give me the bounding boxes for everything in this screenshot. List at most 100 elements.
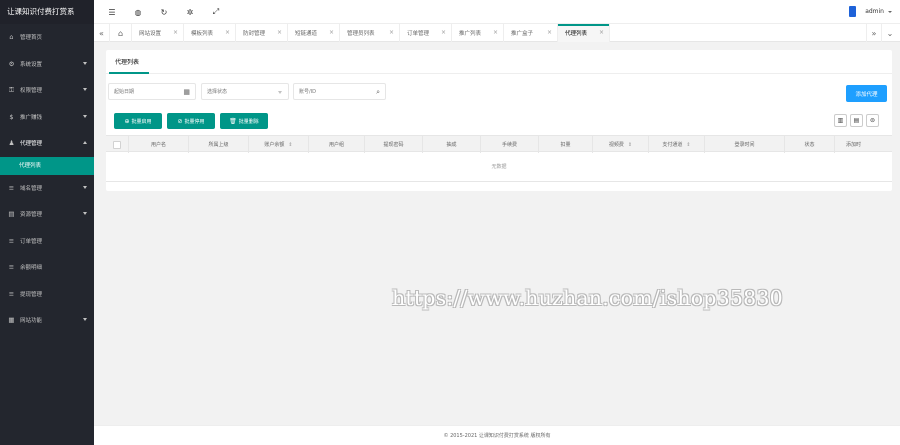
tab-item[interactable]: 短链通道 × [288,24,340,42]
trash-icon: 🗑 [229,117,237,125]
date-input[interactable] [109,84,195,99]
add-agent-button[interactable]: 添加代理 [846,85,887,102]
close-icon[interactable]: × [277,29,282,36]
status-select-input[interactable] [202,84,288,99]
status-select[interactable] [201,83,289,100]
tab-item[interactable]: 防封管理 × [236,24,288,42]
tab-label: 管理员列表 [347,31,375,37]
sort-icon[interactable]: ⇕ [628,142,632,148]
theme-icon[interactable]: ✲ [178,0,202,24]
close-icon[interactable]: × [225,29,230,36]
column-header: 手续费 [480,136,538,153]
close-icon[interactable]: × [599,29,604,36]
refresh-icon[interactable]: ↻ [152,0,176,24]
close-icon[interactable]: × [441,29,446,36]
sidebar-item[interactable]: ≡ 域名管理 [0,175,94,202]
sidebar-item-label: 资源管理 [20,212,43,219]
tabs-prev-icon[interactable]: « [94,24,110,42]
panel-tab-indicator [109,72,149,74]
tab-item[interactable]: 代理列表 × [558,24,610,42]
select-all-checkbox[interactable] [113,140,121,149]
close-icon[interactable]: × [173,29,178,36]
tab-label: 代理列表 [565,31,588,37]
footer: © 2015-2021 让课知识付费打赏系统 版权所有 [94,425,900,445]
close-icon[interactable]: × [493,29,498,36]
panel-tab-divider [106,73,892,74]
globe-icon[interactable]: ◍ [126,0,150,24]
tab-item[interactable]: 推广盒子 × [504,24,558,42]
export-icon[interactable]: ⊜ [866,114,879,127]
column-header: 登录时间 [704,136,784,153]
column-header: 抽成 [422,136,480,153]
sidebar-item[interactable]: ≡ 余额明细 [0,254,94,281]
sidebar-item[interactable]: $ 推广赚钱 [0,104,94,131]
sidebar-item[interactable]: ▤ 资源管理 [0,201,94,228]
chevron-down-icon [888,10,892,13]
home-tab-icon[interactable]: ⌂ [110,24,132,42]
sidebar-item[interactable]: ▦ 网站功能 [0,307,94,334]
column-header: 提现密码 [364,136,422,153]
tab-item[interactable]: 网站设置 × [132,24,184,42]
close-icon[interactable]: × [547,29,552,36]
tabs-next-icon[interactable]: » [866,24,882,42]
search-input[interactable] [294,84,385,99]
column-header-label: 提现密码 [383,142,404,148]
column-header-label: 登录时间 [734,142,755,148]
sidebar-item-label: 订单管理 [20,238,43,245]
sidebar-item-label: 管理首页 [20,35,43,42]
batch-delete-label: 批量删除 [238,118,259,125]
menu-icon[interactable]: ☰ [100,0,124,24]
column-header[interactable]: 支付通道 ⇕ [648,136,704,153]
columns-filter-icon[interactable]: ▥ [834,114,847,127]
brand-icon [849,6,857,17]
print-icon[interactable]: ▤ [850,114,863,127]
search-field[interactable]: ⌕ [293,83,386,100]
list-icon: ≡ [8,236,15,245]
fullscreen-icon[interactable]: ⤢ [204,0,228,24]
search-icon[interactable]: ⌕ [376,88,380,97]
tabs-dropdown-icon[interactable]: ⌄ [882,24,898,42]
ban-icon: ⊘ [177,117,183,125]
sort-icon[interactable]: ⇕ [686,142,690,148]
sidebar-item[interactable]: ≡ 提现管理 [0,281,94,308]
sidebar-item-label: 代理管理 [20,141,43,148]
sort-icon[interactable]: ⇕ [288,142,292,148]
sidebar-item[interactable]: ≡ 订单管理 [0,228,94,255]
select-all-cell [106,136,128,153]
batch-enable-button[interactable]: ⊕ 批量启用 [114,113,162,129]
batch-delete-button[interactable]: 🗑 批量删除 [220,113,268,129]
money-icon: $ [9,112,14,121]
column-header-label: 视频费 [608,142,624,148]
sidebar-item-label: 提现管理 [20,291,43,298]
batch-disable-button[interactable]: ⊘ 批量停用 [167,113,215,129]
plus-circle-icon: ⊕ [124,117,130,125]
close-icon[interactable]: × [329,29,334,36]
tab-item[interactable]: 模板列表 × [184,24,236,42]
date-field[interactable]: ▦ [108,83,196,100]
tab-item[interactable]: 管理员列表 × [340,24,400,42]
column-header: 添加时 [834,136,872,153]
sidebar-item[interactable]: ⚙ 系统设置 [0,51,94,78]
list-icon: ≡ [8,289,15,298]
sidebar-item-label: 推广赚钱 [20,114,43,121]
column-header[interactable]: 视频费 ⇕ [592,136,648,153]
top-header: ☰ ◍ ↻ ✲ ⤢ admin [94,0,900,24]
chevron-up-icon [83,141,87,144]
sidebar-subitem-active[interactable]: 代理列表 [0,156,94,175]
column-header: 所属上级 [188,136,248,153]
sidebar-item[interactable]: ⚿ 权限管理 [0,77,94,104]
sidebar-item-label: 域名管理 [20,185,43,192]
watermark: https://www.huzhan.com/ishop35830 [392,286,783,310]
sidebar: 让课知识付费打赏系 ⌂ 管理首页 ⚙ 系统设置 ⚿ 权限管理 $ 推广赚钱 ♟ 代理管理 代理列表 ≡… [0,0,94,445]
tab-item[interactable]: 推广列表 × [452,24,504,42]
sidebar-item[interactable]: ♟ 代理管理 [0,130,94,157]
user-menu[interactable]: admin [849,6,892,17]
close-icon[interactable]: × [389,29,394,36]
tab-item[interactable]: 订单管理 × [400,24,452,42]
sidebar-item[interactable]: ⌂ 管理首页 [0,24,94,51]
tab-label: 推广列表 [459,31,482,37]
column-header[interactable]: 账户余额 ⇕ [248,136,308,153]
panel-tab-title[interactable]: 代理列表 [115,57,139,66]
column-header-label: 抽成 [446,142,457,148]
column-header-label: 状态 [804,142,815,148]
